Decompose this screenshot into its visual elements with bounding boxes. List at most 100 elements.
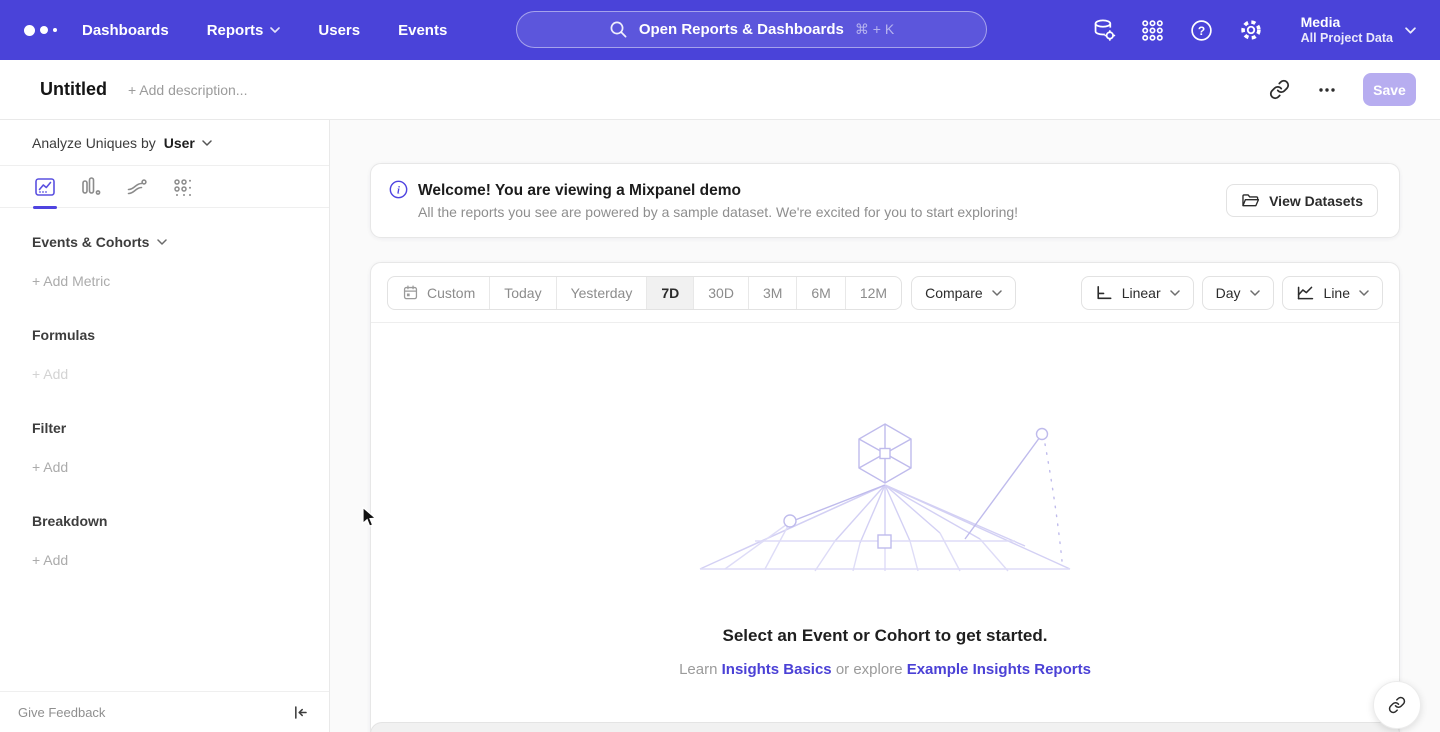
date-range-7d-label: 7D [661, 285, 679, 301]
date-range-12m-label: 12M [860, 285, 887, 301]
insights-basics-link[interactable]: Insights Basics [722, 661, 832, 678]
project-scope: All Project Data [1301, 31, 1393, 46]
view-datasets-button[interactable]: View Datasets [1226, 184, 1378, 217]
help-icon[interactable]: ? [1189, 17, 1215, 43]
nav-users-label: Users [318, 22, 360, 39]
nav-reports[interactable]: Reports [207, 22, 281, 39]
share-link-fab[interactable] [1373, 681, 1421, 729]
date-range-today[interactable]: Today [490, 277, 556, 309]
global-search-bar[interactable]: Open Reports & Dashboards ⌘ + K [516, 11, 987, 48]
info-icon: i [389, 180, 408, 204]
chart-type-label: Line [1324, 285, 1350, 301]
date-range-12m[interactable]: 12M [846, 277, 901, 309]
copy-link-icon[interactable] [1267, 78, 1291, 102]
add-metric-button[interactable]: + Add Metric [32, 273, 297, 289]
bottom-panel-peek[interactable] [370, 722, 1400, 732]
mixpanel-logo[interactable] [24, 25, 70, 36]
nav-reports-label: Reports [207, 22, 264, 39]
add-formula-button[interactable]: + Add [32, 366, 297, 382]
learn-middle-text: or explore [836, 661, 903, 678]
give-feedback-link[interactable]: Give Feedback [18, 705, 105, 720]
metrics-grid-tab[interactable] [160, 166, 206, 207]
nav-users[interactable]: Users [318, 22, 360, 39]
date-range-3m[interactable]: 3M [749, 277, 797, 309]
scale-dropdown[interactable]: Linear [1081, 276, 1194, 310]
banner-subtitle: All the reports you see are powered by a… [418, 204, 1018, 220]
analyze-by-row: Analyze Uniques by User [0, 120, 329, 166]
data-management-icon[interactable] [1091, 17, 1117, 43]
example-insights-reports-link[interactable]: Example Insights Reports [907, 661, 1091, 678]
empty-state: Select an Event or Cohort to get started… [371, 323, 1399, 678]
more-options-icon[interactable] [1315, 78, 1339, 102]
nav-right-cluster: ? Media All Project Data [1091, 0, 1416, 60]
date-range-today-label: Today [504, 285, 541, 301]
banner-title: Welcome! You are viewing a Mixpanel demo [418, 181, 1018, 201]
chevron-down-icon [992, 290, 1002, 296]
line-chart-icon [34, 176, 56, 198]
nav-events-label: Events [398, 22, 447, 39]
add-filter-button[interactable]: + Add [32, 459, 297, 475]
interval-dropdown[interactable]: Day [1202, 276, 1274, 310]
chart-controls-row: Custom Today Yesterday 7D 30D 3M 6M 12M … [371, 263, 1399, 323]
compare-label: Compare [925, 285, 983, 301]
link-icon [1388, 696, 1406, 714]
events-cohorts-heading: Events & Cohorts [32, 234, 297, 250]
nav-events[interactable]: Events [398, 22, 447, 39]
apps-grid-icon[interactable] [1140, 17, 1166, 43]
svg-text:?: ? [1198, 23, 1205, 37]
date-range-6m[interactable]: 6M [797, 277, 845, 309]
date-range-yesterday[interactable]: Yesterday [557, 277, 648, 309]
analyze-by-selector[interactable]: User [164, 135, 212, 151]
top-nav: Dashboards Reports Users Events Open Rep… [0, 0, 1440, 60]
insights-report-card: Custom Today Yesterday 7D 30D 3M 6M 12M … [370, 262, 1400, 732]
breakdown-heading: Breakdown [32, 513, 297, 529]
flow-chart-tab[interactable] [114, 166, 160, 207]
settings-gear-icon[interactable] [1238, 17, 1264, 43]
chevron-down-icon [202, 140, 212, 146]
date-range-custom-label: Custom [427, 285, 475, 301]
main-content: i Welcome! You are viewing a Mixpanel de… [330, 120, 1440, 732]
query-builder-sidebar: Analyze Uniques by User Events [0, 120, 330, 732]
nav-dashboards[interactable]: Dashboards [82, 22, 169, 39]
chart-type-dropdown[interactable]: Line [1282, 276, 1383, 310]
query-sections: Events & Cohorts + Add Metric Formulas +… [0, 208, 329, 568]
save-button[interactable]: Save [1363, 73, 1416, 106]
date-range-6m-label: 6M [811, 285, 830, 301]
report-title[interactable]: Untitled [40, 79, 107, 100]
date-range-7d[interactable]: 7D [647, 277, 694, 309]
axes-icon [1095, 285, 1113, 301]
welcome-banner: i Welcome! You are viewing a Mixpanel de… [370, 163, 1400, 238]
bar-chart-tab[interactable] [68, 166, 114, 207]
date-range-30d[interactable]: 30D [694, 277, 749, 309]
search-shortcut: ⌘ + K [855, 21, 894, 38]
report-header: Untitled + Add description... Save [0, 60, 1440, 120]
calendar-icon [402, 284, 419, 301]
flow-chart-icon [126, 176, 148, 198]
chevron-down-icon[interactable] [157, 239, 167, 245]
chart-type-tabs [0, 166, 329, 208]
metrics-grid-icon [172, 176, 194, 198]
add-breakdown-button[interactable]: + Add [32, 552, 297, 568]
chevron-down-icon [1250, 290, 1260, 296]
date-range-custom[interactable]: Custom [388, 277, 490, 309]
chart-display-controls: Linear Day Line [1081, 276, 1383, 310]
learn-prefix: Learn [679, 661, 717, 678]
project-switcher[interactable]: Media All Project Data [1301, 14, 1416, 46]
report-description-placeholder[interactable]: + Add description... [128, 82, 247, 98]
collapse-sidebar-icon[interactable] [292, 704, 309, 721]
report-actions: Save [1267, 73, 1416, 106]
empty-state-title: Select an Event or Cohort to get started… [723, 626, 1048, 646]
nav-dashboards-label: Dashboards [82, 22, 169, 39]
empty-state-learn-line: Learn Insights Basics or explore Example… [679, 661, 1091, 678]
chevron-down-icon [1359, 290, 1369, 296]
line-chart-tab[interactable] [22, 166, 68, 207]
mixpanel-insights-page: Dashboards Reports Users Events Open Rep… [0, 0, 1440, 732]
line-chart-icon [1296, 285, 1315, 301]
chevron-down-icon [270, 27, 280, 33]
compare-dropdown[interactable]: Compare [911, 276, 1016, 310]
sidebar-footer: Give Feedback [0, 691, 329, 732]
search-placeholder: Open Reports & Dashboards [639, 21, 844, 38]
primary-nav: Dashboards Reports Users Events [82, 22, 447, 39]
project-name: Media [1301, 14, 1393, 31]
date-range-segmented-control: Custom Today Yesterday 7D 30D 3M 6M 12M [387, 276, 902, 310]
